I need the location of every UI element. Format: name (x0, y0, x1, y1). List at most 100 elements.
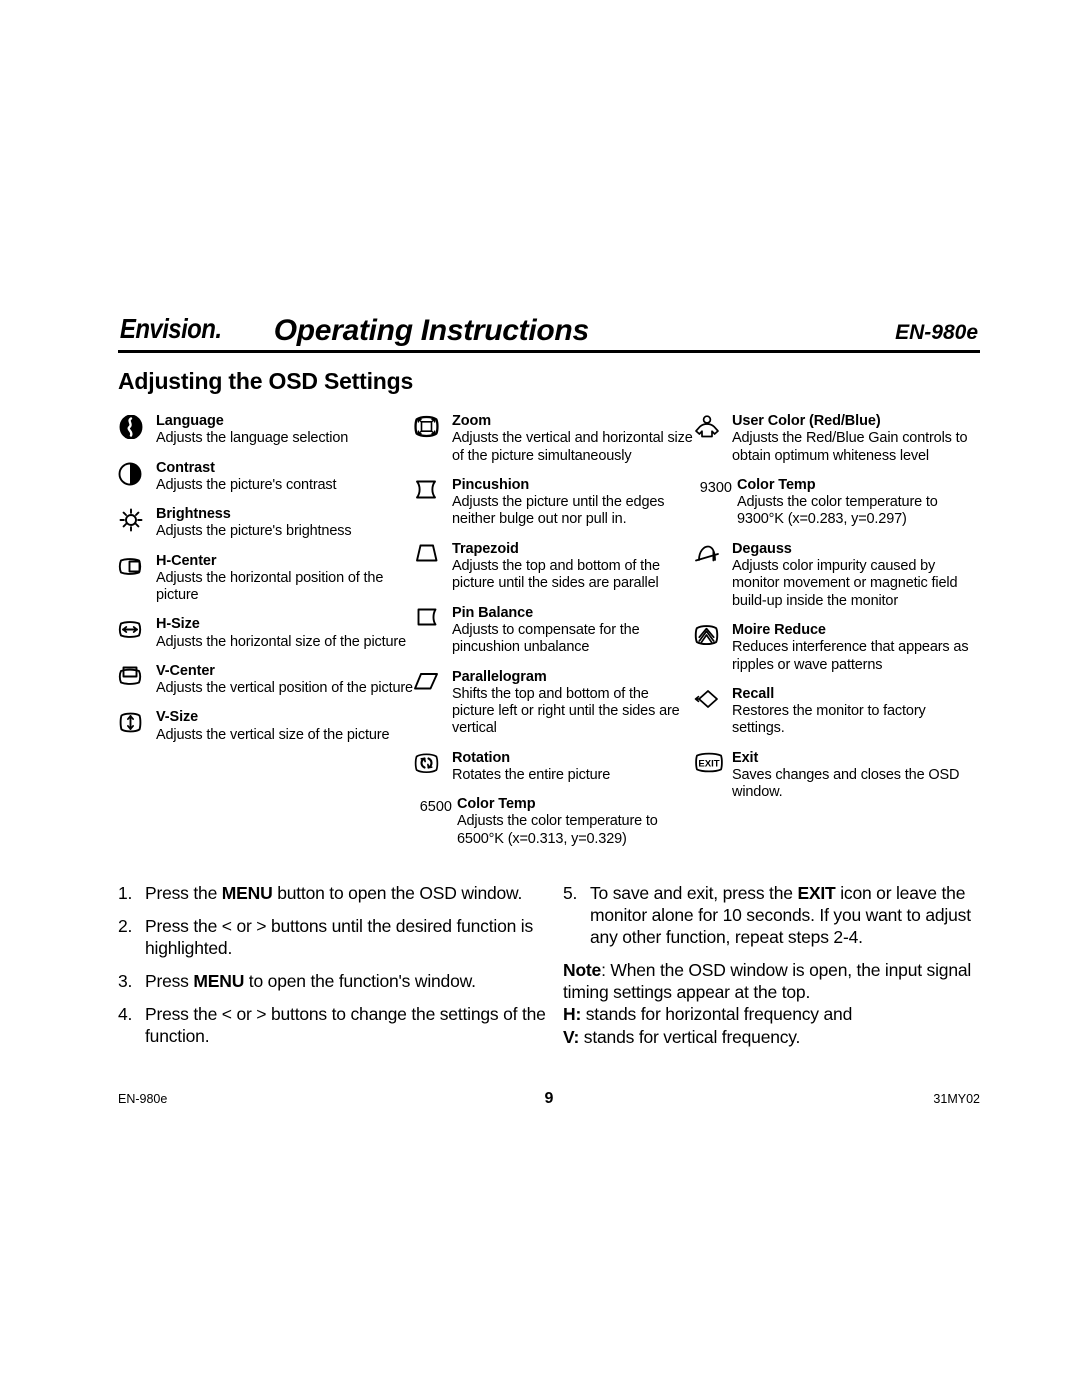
osd-function-description: Rotates the entire picture (452, 766, 611, 783)
emphasized-keyword: MENU (193, 971, 245, 992)
osd-function-title: Recall (732, 685, 775, 702)
page-footer: EN-980e 9 31MY02 (118, 1090, 980, 1108)
osd-function-entry: Brightness Adjusts the picture's brightne… (118, 506, 414, 541)
model-number: EN-980e (895, 321, 978, 344)
osd-function-body: Language Adjusts the language selection (156, 413, 414, 448)
osd-function-body: Recall Restores the monitor to factory se… (732, 686, 980, 738)
logo-trailing-dot: . (215, 313, 222, 345)
osd-function-entry: 9300 Color Temp Adjusts the color temperat… (694, 477, 980, 529)
zoom-icon (414, 413, 452, 441)
osd-function-description: Adjusts the picture's contrast (156, 476, 337, 493)
logo-wordmark: Envision (119, 313, 216, 345)
brightness-sun-icon (118, 506, 156, 534)
osd-function-body: V-Size Adjusts the vertical size of the p… (156, 709, 414, 744)
osd-function-description: Adjusts the vertical position of the pic… (156, 680, 413, 696)
osd-function-body: Pincushion Adjusts the picture until the … (452, 477, 694, 529)
step-number: 4. (118, 1004, 133, 1025)
v-size-icon (118, 709, 156, 737)
osd-function-title: Pin Balance (452, 604, 534, 621)
osd-function-title: Exit (732, 749, 759, 766)
osd-function-description: Adjusts the horizontal position of the p… (156, 569, 384, 603)
osd-function-entry: Moire Reduce Reduces interference that ap… (694, 622, 980, 674)
osd-function-body: V-Center Adjusts the vertical position of… (156, 663, 414, 698)
osd-function-entry: V-Size Adjusts the vertical size of the p… (118, 709, 414, 744)
osd-function-body: H-Center Adjusts the horizontal position … (156, 553, 414, 605)
osd-function-description: Saves changes and closes the OSD window. (732, 766, 960, 801)
osd-function-entry: Pincushion Adjusts the picture until the … (414, 477, 694, 529)
osd-function-body: H-Size Adjusts the horizontal size of the… (156, 616, 414, 651)
osd-function-title: Color Temp (737, 476, 816, 493)
osd-function-title: Parallelogram (452, 668, 547, 685)
step-number: 3. (118, 971, 133, 992)
osd-function-entry: Recall Restores the monitor to factory se… (694, 686, 980, 738)
osd-function-description: Adjusts the vertical and horizontal size… (452, 430, 693, 464)
instruction-step: 5. To save and exit, press the EXIT icon … (563, 882, 980, 948)
note-line: V: stands for vertical frequency. (563, 1026, 801, 1047)
section-heading: Adjusting the OSD Settings (118, 368, 414, 394)
h-size-icon (118, 616, 156, 644)
osd-function-entry: Pin Balance Adjusts to compensate for the… (414, 605, 694, 657)
svg-text:EXIT: EXIT (698, 758, 719, 769)
step-text: Press the < or > buttons until the desir… (145, 916, 534, 959)
osd-function-entry: V-Center Adjusts the vertical position of… (118, 663, 414, 698)
osd-function-description: Adjusts the color temperature to 6500°K … (457, 813, 658, 847)
osd-column-2: Zoom Adjusts the vertical and horizontal … (414, 413, 694, 860)
emphasized-keyword: Note (563, 960, 602, 981)
osd-function-description: Adjusts the language selection (156, 430, 349, 447)
steps-right-column: 5. To save and exit, press the EXIT icon … (563, 882, 980, 1058)
osd-function-body: Moire Reduce Reduces interference that ap… (732, 622, 980, 674)
recall-diamond-icon (694, 686, 732, 714)
note-line: H: stands for horizontal frequency and (563, 1004, 853, 1025)
osd-function-description: Adjusts the color temperature to 9300°K … (737, 494, 938, 528)
osd-function-title: Color Temp (457, 796, 536, 813)
osd-function-body: Trapezoid Adjusts the top and bottom of t… (452, 541, 694, 593)
step-text: To save and exit, press the EXIT icon or… (590, 883, 971, 948)
osd-function-body: Brightness Adjusts the picture's brightne… (156, 506, 414, 541)
osd-function-entry: Language Adjusts the language selection (118, 413, 414, 448)
osd-function-title: H-Center (156, 552, 217, 569)
osd-function-description: Adjusts to compensate for the pincushion… (452, 621, 640, 656)
document-page: Envision. Operating Instructions EN-980e… (0, 0, 1080, 1397)
color-temp-6500-label: 6500 (419, 799, 452, 816)
osd-column-1: Language Adjusts the language selection Co… (118, 413, 414, 860)
instruction-step: 3. Press MENU to open the function's wind… (118, 970, 563, 992)
step-number: 2. (118, 916, 133, 937)
osd-function-title: User Color (Red/Blue) (732, 413, 881, 429)
osd-function-title: H-Size (156, 616, 200, 633)
page-header: Envision. Operating Instructions EN-980e (118, 300, 980, 347)
moire-reduce-icon (694, 622, 732, 650)
note-line: Note: When the OSD window is open, the i… (563, 960, 972, 1003)
rotation-icon (414, 750, 452, 778)
step-text: Press the < or > buttons to change the s… (145, 1004, 546, 1047)
osd-function-title: Degauss (732, 540, 792, 557)
footer-page-number: 9 (544, 1090, 554, 1107)
osd-function-body: Parallelogram Shifts the top and bottom o… (452, 669, 694, 738)
osd-function-body: Color Temp Adjusts the color temperature … (457, 796, 694, 848)
osd-function-body: Color Temp Adjusts the color temperature … (737, 477, 980, 529)
osd-function-body: Exit Saves changes and closes the OSD win… (732, 750, 980, 802)
steps-left-column: 1. Press the MENU button to open the OSD … (118, 882, 563, 1058)
osd-function-entry: H-Size Adjusts the horizontal size of the… (118, 616, 414, 651)
osd-column-3: User Color (Red/Blue) Adjusts the Red/Blu… (694, 413, 980, 860)
osd-function-entry: Parallelogram Shifts the top and bottom o… (414, 669, 694, 738)
osd-function-title: Contrast (156, 459, 215, 476)
osd-function-body: Contrast Adjusts the picture's contrast (156, 460, 414, 495)
step-number: 1. (118, 883, 133, 904)
header-divider (118, 350, 980, 353)
osd-function-columns: Language Adjusts the language selection Co… (118, 413, 980, 860)
instruction-steps: 1. Press the MENU button to open the OSD … (118, 882, 980, 1058)
osd-function-title: Moire Reduce (732, 622, 826, 639)
osd-function-description: Shifts the top and bottom of the picture… (452, 685, 680, 737)
pincushion-icon (414, 477, 452, 505)
degauss-icon (694, 541, 732, 569)
h-center-icon (118, 553, 156, 581)
exit-icon: EXIT (694, 750, 732, 778)
osd-function-description: Adjusts the top and bottom of the pictur… (452, 557, 660, 592)
osd-function-description: Adjusts the picture until the edges neit… (452, 494, 665, 528)
osd-function-entry: Degauss Adjusts color impurity caused by … (694, 541, 980, 610)
emphasized-keyword: EXIT (797, 883, 836, 904)
page-content: Envision. Operating Instructions EN-980e… (118, 300, 980, 1059)
osd-function-description: Adjusts the vertical size of the picture (156, 726, 390, 743)
osd-function-entry: Zoom Adjusts the vertical and horizontal … (414, 413, 694, 465)
osd-function-entry: H-Center Adjusts the horizontal position … (118, 553, 414, 605)
